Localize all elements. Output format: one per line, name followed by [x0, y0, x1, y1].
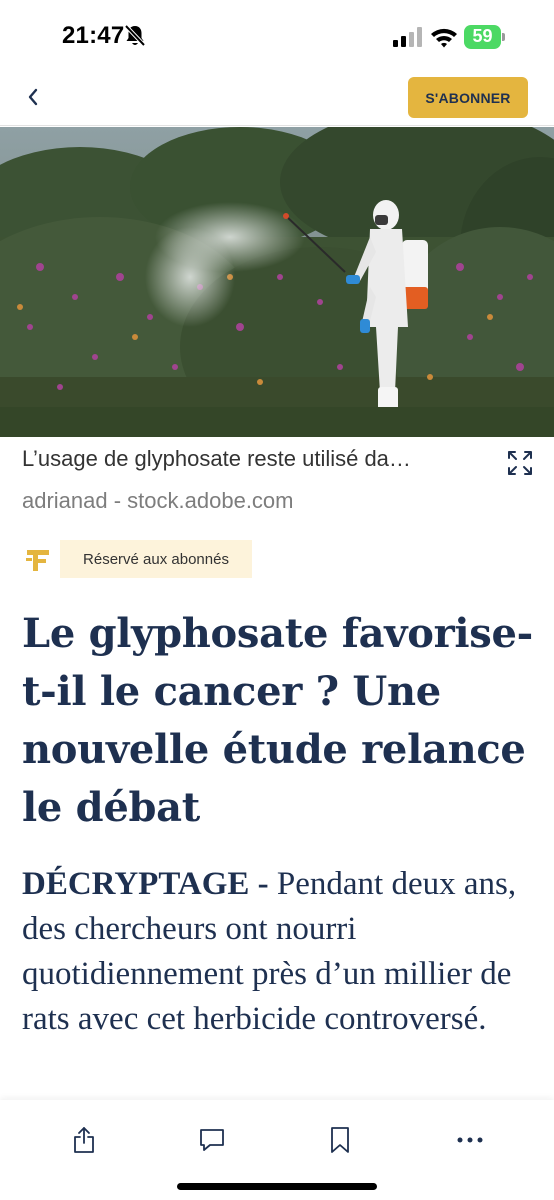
chevron-left-icon — [28, 88, 38, 106]
share-button[interactable] — [64, 1120, 104, 1160]
home-indicator[interactable] — [177, 1183, 377, 1190]
comment-button[interactable] — [192, 1120, 232, 1160]
wifi-icon — [431, 28, 457, 48]
article-headline: Le glyphosate favorise-t-il le cancer ? … — [22, 610, 533, 831]
share-icon — [74, 1127, 94, 1153]
status-time: 21:47 — [62, 22, 125, 49]
image-credit: adrianad - stock.adobe.com — [22, 488, 294, 513]
back-button[interactable] — [18, 80, 48, 114]
lead-kicker: DÉCRYPTAGE - — [22, 866, 269, 902]
bookmark-button[interactable] — [320, 1120, 360, 1160]
image-caption: L’usage de glyphosate reste utilisé da… — [22, 446, 411, 471]
premium-badge: Réservé aux abonnés — [60, 540, 252, 578]
signal-icon — [393, 27, 422, 47]
article-lead: DÉCRYPTAGE - Pendant deux ans, des cherc… — [22, 862, 537, 1042]
comment-icon — [200, 1129, 224, 1151]
hero-image[interactable] — [0, 127, 554, 437]
subscribe-button[interactable]: S'ABONNER — [408, 77, 528, 118]
battery-icon: 59 — [464, 25, 506, 49]
nav-bar: S'ABONNER — [0, 72, 554, 126]
status-bar: 21:47 59 — [0, 0, 554, 72]
battery-percent: 59 — [472, 26, 493, 46]
expand-icon[interactable] — [505, 448, 535, 478]
bookmark-icon — [331, 1127, 349, 1153]
hero-photo — [0, 127, 554, 437]
bell-slash-icon — [124, 24, 146, 47]
more-button[interactable] — [450, 1120, 490, 1160]
figaro-premium-icon — [26, 550, 49, 571]
more-icon — [457, 1137, 483, 1143]
